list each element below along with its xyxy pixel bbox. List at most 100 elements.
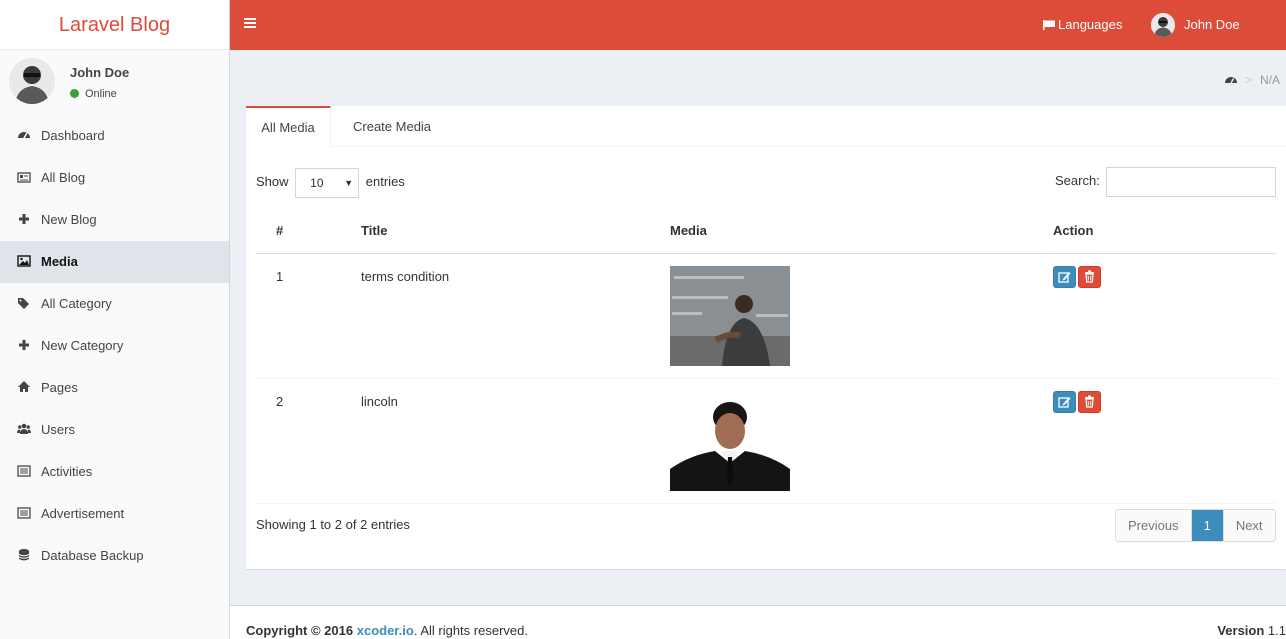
- table-header-row: # Title Media Action: [256, 209, 1276, 254]
- tab-create-media[interactable]: Create Media: [353, 106, 431, 147]
- entries-select-value: 10: [310, 175, 324, 190]
- copyright: Copyright © 2016 xcoder.io. All rights r…: [246, 623, 528, 638]
- sidebar-item-label: Media: [41, 254, 78, 269]
- sidebar-item-label: Database Backup: [41, 548, 144, 563]
- list-icon: [17, 465, 31, 477]
- breadcrumb: > N/A: [1225, 73, 1280, 87]
- table-info: Showing 1 to 2 of 2 entries: [256, 517, 410, 532]
- user-panel: John Doe Online: [0, 50, 229, 115]
- trash-icon: [1085, 270, 1094, 283]
- sidebar-item-new-category[interactable]: New Category: [0, 325, 229, 367]
- sidebar-item-label: Dashboard: [41, 128, 105, 143]
- sidebar: Laravel Blog John Doe Online Dashboard A…: [0, 0, 230, 639]
- user-status-label: Online: [85, 88, 117, 100]
- header-user-menu[interactable]: John Doe: [1151, 13, 1240, 37]
- flag-icon: [1043, 20, 1055, 30]
- languages-label: Languages: [1058, 17, 1123, 32]
- newspaper-icon: [17, 172, 31, 183]
- edit-button[interactable]: [1053, 390, 1076, 413]
- row-actions: [1053, 378, 1276, 504]
- sidebar-item-all-category[interactable]: All Category: [0, 283, 229, 325]
- pagination-page-1[interactable]: 1: [1191, 510, 1223, 541]
- footer-link[interactable]: xcoder.io: [357, 623, 414, 638]
- pagination-previous[interactable]: Previous: [1116, 510, 1192, 541]
- sidebar-item-advertisement[interactable]: Advertisement: [0, 493, 229, 535]
- media-thumbnail: [670, 265, 790, 366]
- database-icon: [18, 549, 30, 561]
- sidebar-item-label: All Category: [41, 296, 112, 311]
- media-table: # Title Media Action 1 terms condition 2…: [256, 209, 1276, 504]
- pagination-next[interactable]: Next: [1222, 510, 1275, 541]
- version-label: Version: [1217, 623, 1265, 638]
- sidebar-item-database-backup[interactable]: Database Backup: [0, 535, 229, 577]
- avatar: [1151, 13, 1175, 37]
- sidebar-item-dashboard[interactable]: Dashboard: [0, 115, 229, 157]
- plus-icon: [19, 340, 29, 350]
- search-input[interactable]: [1106, 167, 1276, 197]
- copyright-text: Copyright © 2016: [246, 623, 354, 638]
- user-name: John Doe: [70, 65, 130, 80]
- table-row: 2 lincoln: [256, 378, 1276, 504]
- dashboard-icon: [18, 132, 30, 139]
- sidebar-item-users[interactable]: Users: [0, 409, 229, 451]
- breadcrumb-current: N/A: [1260, 73, 1281, 87]
- sidebar-item-label: Users: [41, 422, 75, 437]
- sidebar-item-label: Activities: [41, 464, 93, 479]
- users-icon: [17, 423, 31, 434]
- media-thumbnail: [670, 390, 790, 491]
- sidebar-item-label: Advertisement: [41, 506, 125, 521]
- trash-icon: [1085, 395, 1094, 408]
- pagination: Previous 1 Next: [1115, 509, 1276, 542]
- row-title: terms condition: [361, 253, 670, 379]
- column-header-media[interactable]: Media: [670, 209, 1053, 254]
- hamburger-menu-icon[interactable]: [244, 18, 256, 30]
- sidebar-item-media[interactable]: Media: [0, 241, 229, 283]
- column-header-number[interactable]: #: [256, 209, 361, 254]
- edit-button[interactable]: [1053, 265, 1076, 288]
- list-icon: [17, 507, 31, 519]
- entries-select[interactable]: 10 ▼: [295, 167, 360, 198]
- row-actions: [1053, 253, 1276, 379]
- column-header-title[interactable]: Title: [361, 209, 670, 254]
- table-row: 1 terms condition: [256, 253, 1276, 379]
- tags-icon: [18, 298, 29, 309]
- image-icon: [17, 255, 31, 267]
- footer: Copyright © 2016 xcoder.io. All rights r…: [230, 605, 1286, 639]
- app-logo[interactable]: Laravel Blog: [0, 0, 229, 50]
- caret-down-icon: ▼: [344, 177, 354, 188]
- header-user-name: John Doe: [1184, 17, 1240, 32]
- breadcrumb-separator: >: [1245, 73, 1253, 87]
- row-title: lincoln: [361, 378, 670, 504]
- tab-bar: All Media Create Media: [246, 106, 1286, 147]
- languages-menu[interactable]: Languages: [1043, 17, 1122, 32]
- sidebar-menu: Dashboard All Blog New Blog Media All Ca…: [0, 115, 229, 577]
- show-label: Show: [256, 174, 289, 189]
- plus-icon: [19, 214, 29, 224]
- version: Version 1.1: [1217, 623, 1286, 638]
- row-number: 2: [256, 378, 361, 504]
- sidebar-item-label: All Blog: [41, 170, 86, 185]
- tab-all-media[interactable]: All Media: [246, 106, 331, 147]
- sidebar-item-new-blog[interactable]: New Blog: [0, 199, 229, 241]
- top-header: Languages John Doe: [230, 0, 1286, 50]
- sidebar-item-activities[interactable]: Activities: [0, 451, 229, 493]
- user-status: Online: [70, 88, 117, 100]
- avatar: [9, 58, 55, 104]
- edit-icon: [1058, 271, 1071, 283]
- rights-text: . All rights reserved.: [413, 623, 528, 638]
- delete-button[interactable]: [1078, 390, 1101, 413]
- sidebar-item-pages[interactable]: Pages: [0, 367, 229, 409]
- entries-label: entries: [365, 174, 405, 189]
- version-number: 1.1: [1267, 623, 1286, 638]
- sidebar-item-label: New Category: [41, 338, 124, 353]
- entries-length-control: Show 10 ▼ entries: [256, 167, 405, 198]
- home-icon: [18, 381, 30, 392]
- column-header-action[interactable]: Action: [1053, 209, 1276, 254]
- row-number: 1: [256, 253, 361, 379]
- dashboard-icon[interactable]: [1225, 74, 1237, 85]
- sidebar-item-all-blog[interactable]: All Blog: [0, 157, 229, 199]
- delete-button[interactable]: [1078, 265, 1101, 288]
- sidebar-item-label: New Blog: [41, 212, 97, 227]
- edit-icon: [1058, 396, 1071, 408]
- media-box: All Media Create Media Show 10 ▼ entries …: [246, 106, 1286, 569]
